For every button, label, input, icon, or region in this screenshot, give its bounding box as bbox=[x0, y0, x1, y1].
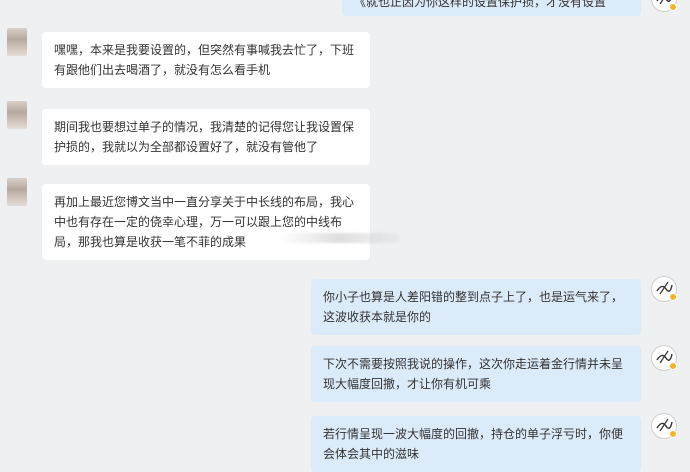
message-bubble-outgoing: 《就也正因为你这样的设置保护损，才没有设置 bbox=[342, 0, 641, 16]
avatar[interactable] bbox=[7, 101, 27, 129]
avatar[interactable] bbox=[651, 413, 677, 439]
message-bubble-incoming: 嘿嘿，本来是我要设置的，但突然有事喊我去忙了，下班有跟他们出去喝酒了，就没有怎么… bbox=[42, 32, 370, 88]
message-bubble-outgoing: 若行情呈现一波大幅度的回撤，持仓的单子浮亏时，你便会体会其中的滋味 bbox=[311, 416, 641, 472]
message-bubble-outgoing: 你小子也算是人差阳错的整到点子上了，也是运气来了，这波收获本就是你的 bbox=[311, 279, 641, 335]
verified-badge bbox=[669, 430, 677, 438]
blurred-redaction bbox=[280, 233, 400, 243]
avatar[interactable] bbox=[651, 276, 677, 302]
message-bubble-incoming: 再加上最近您博文当中一直分享关于中长线的布局，我心中也有存在一定的侥幸心理，万一… bbox=[42, 184, 370, 260]
avatar[interactable] bbox=[7, 28, 27, 56]
message-text: 若行情呈现一波大幅度的回撤，持仓的单子浮亏时，你便会体会其中的滋味 bbox=[323, 427, 624, 461]
message-text: 你小子也算是人差阳错的整到点子上了，也是运气来了，这波收获本就是你的 bbox=[323, 290, 624, 324]
message-bubble-outgoing: 下次不需要按照我说的操作，这次你走运着金行情并未呈现大幅度回撤，才让你有机可乘 bbox=[311, 346, 641, 402]
verified-badge bbox=[669, 3, 677, 11]
avatar[interactable] bbox=[651, 345, 677, 371]
verified-badge bbox=[669, 293, 677, 301]
message-text: 下次不需要按照我说的操作，这次你走运着金行情并未呈现大幅度回撤，才让你有机可乘 bbox=[323, 357, 624, 391]
message-text: 嘿嘿，本来是我要设置的，但突然有事喊我去忙了，下班有跟他们出去喝酒了，就没有怎么… bbox=[54, 43, 355, 77]
verified-badge bbox=[669, 362, 677, 370]
message-bubble-incoming: 期间我也要想过单子的情况，我清楚的记得您让我设置保护损的，我就以为全部都设置好了… bbox=[42, 109, 370, 165]
avatar[interactable] bbox=[7, 178, 27, 206]
message-text: 期间我也要想过单子的情况，我清楚的记得您让我设置保护损的，我就以为全部都设置好了… bbox=[54, 120, 355, 154]
message-text: 《就也正因为你这样的设置保护损，才没有设置 bbox=[354, 0, 607, 9]
avatar[interactable] bbox=[651, 0, 677, 12]
chat-window: 《就也正因为你这样的设置保护损，才没有设置 嘿嘿，本来是我要设置的，但突然有事喊… bbox=[0, 0, 690, 472]
